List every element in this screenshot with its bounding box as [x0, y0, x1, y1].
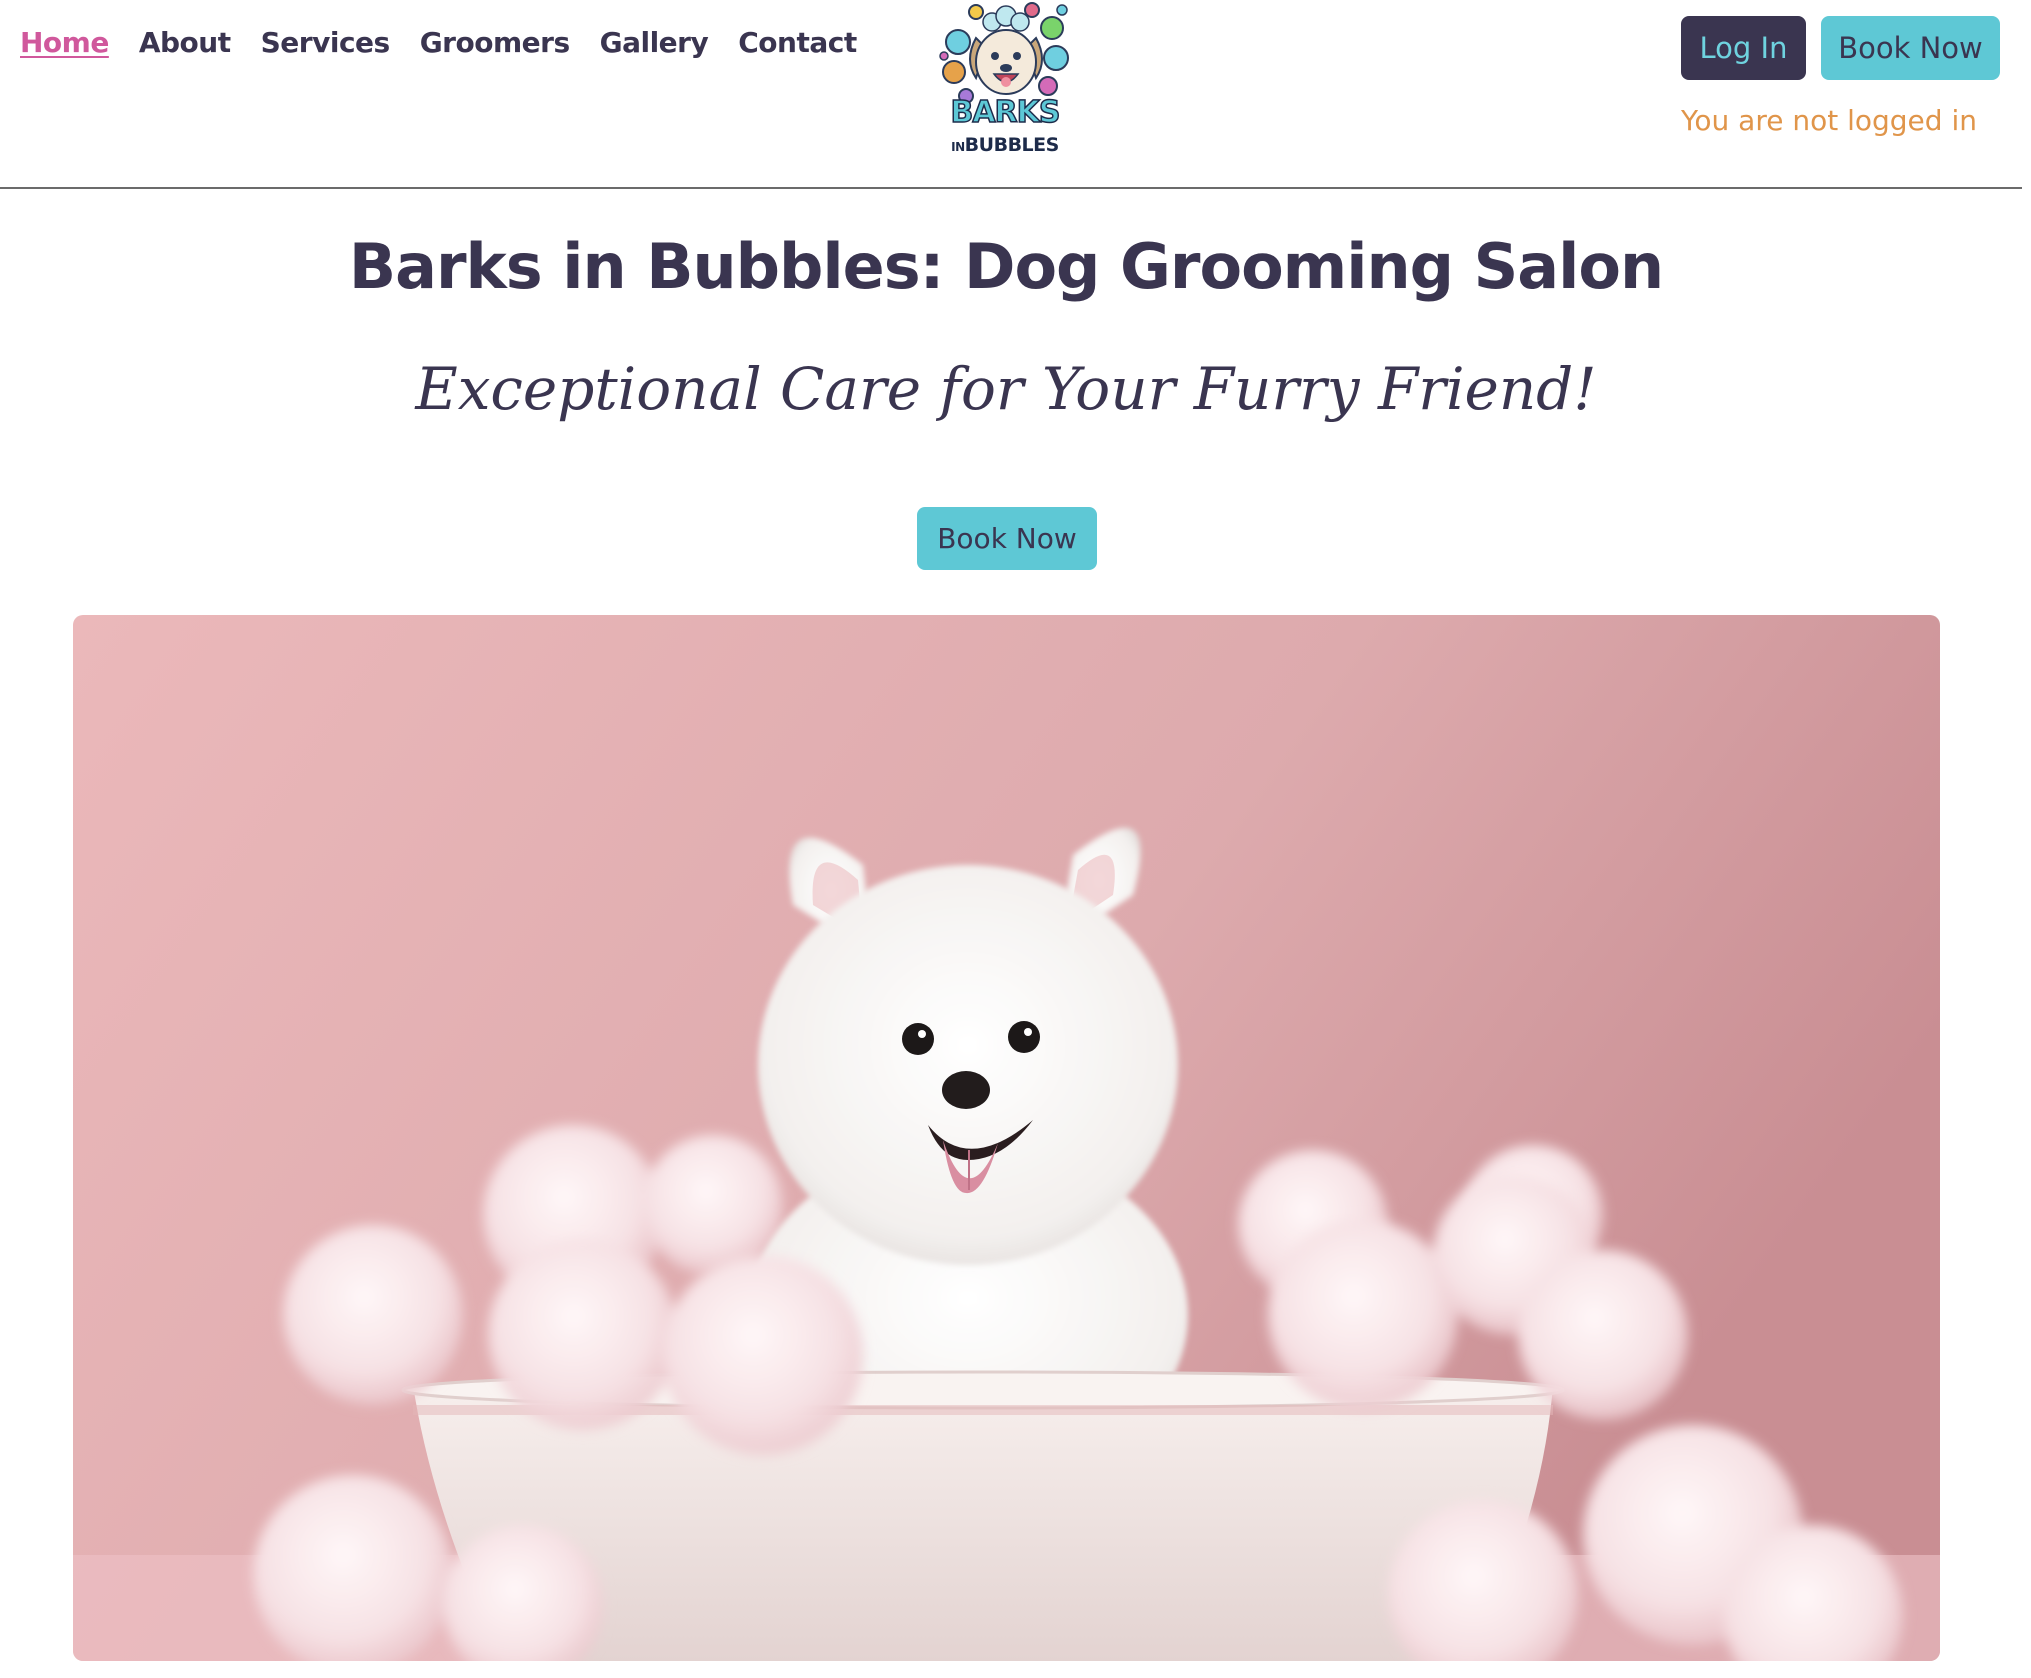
hero-dog-bath-image — [73, 615, 1940, 1661]
site-logo[interactable]: BARKS INBUBBLES — [936, 0, 1074, 162]
login-status-text: You are not logged in — [1681, 104, 1977, 137]
nav-link-gallery[interactable]: Gallery — [600, 26, 709, 59]
nav-link-contact[interactable]: Contact — [738, 26, 857, 59]
nav-link-groomers[interactable]: Groomers — [420, 26, 570, 59]
hero-book-now-button[interactable]: Book Now — [917, 507, 1097, 570]
site-header: Home About Services Groomers Gallery Con… — [0, 0, 2022, 189]
main-nav: Home About Services Groomers Gallery Con… — [20, 26, 857, 59]
page-title: Barks in Bubbles: Dog Grooming Salon — [348, 230, 1664, 303]
nav-link-home[interactable]: Home — [20, 26, 109, 59]
nav-link-about[interactable]: About — [139, 26, 231, 59]
page-subtitle: Exceptional Care for Your Furry Friend! — [415, 355, 1597, 423]
logo-wordmark-bubbles: INBUBBLES — [951, 134, 1059, 156]
header-book-now-button[interactable]: Book Now — [1821, 16, 2000, 80]
login-button[interactable]: Log In — [1681, 16, 1806, 80]
nav-link-services[interactable]: Services — [261, 26, 391, 59]
logo-wordmark-barks: BARKS — [950, 95, 1062, 130]
